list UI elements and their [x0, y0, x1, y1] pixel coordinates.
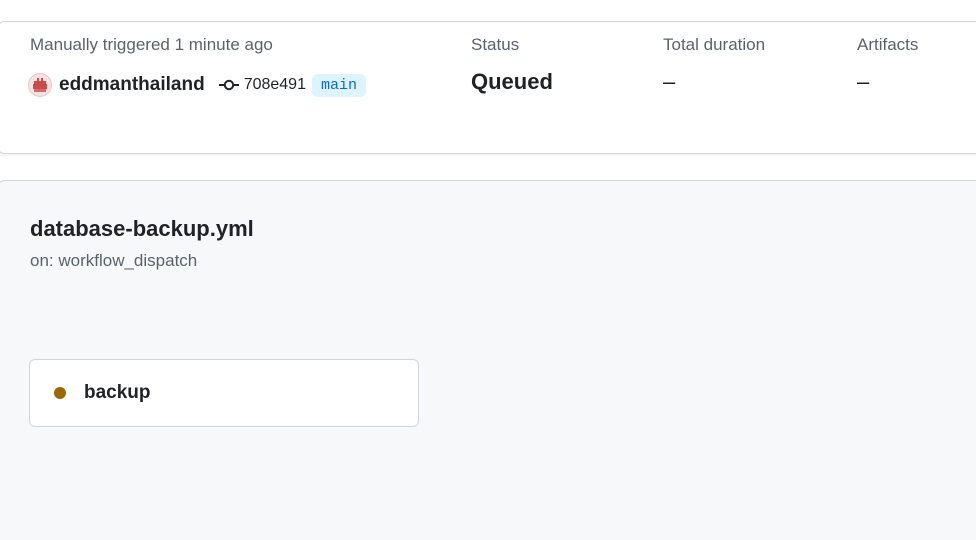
- trigger-label: Manually triggered 1 minute ago: [30, 35, 273, 54]
- status-value: Queued: [471, 69, 553, 94]
- git-commit-icon: [218, 77, 240, 93]
- artifacts-label: Artifacts: [857, 35, 919, 54]
- commit-sha-link[interactable]: 708e491: [244, 76, 306, 94]
- artifacts-value: –: [857, 69, 870, 94]
- job-name: backup: [84, 382, 151, 403]
- job-card-backup[interactable]: backup: [29, 359, 419, 427]
- avatar[interactable]: [28, 73, 52, 97]
- total-duration-value: –: [663, 69, 676, 94]
- workflow-trigger-event: on: workflow_dispatch: [30, 251, 198, 270]
- branch-badge[interactable]: main: [311, 73, 366, 97]
- actor-row: eddmanthailand 708e491 main: [28, 70, 366, 100]
- status-label: Status: [471, 35, 520, 54]
- actor-name-link[interactable]: eddmanthailand: [59, 74, 205, 96]
- queued-dot-icon: [54, 387, 66, 399]
- avatar-image: [33, 78, 47, 92]
- workflow-file-name: database-backup.yml: [30, 216, 254, 241]
- total-duration-label: Total duration: [663, 35, 766, 54]
